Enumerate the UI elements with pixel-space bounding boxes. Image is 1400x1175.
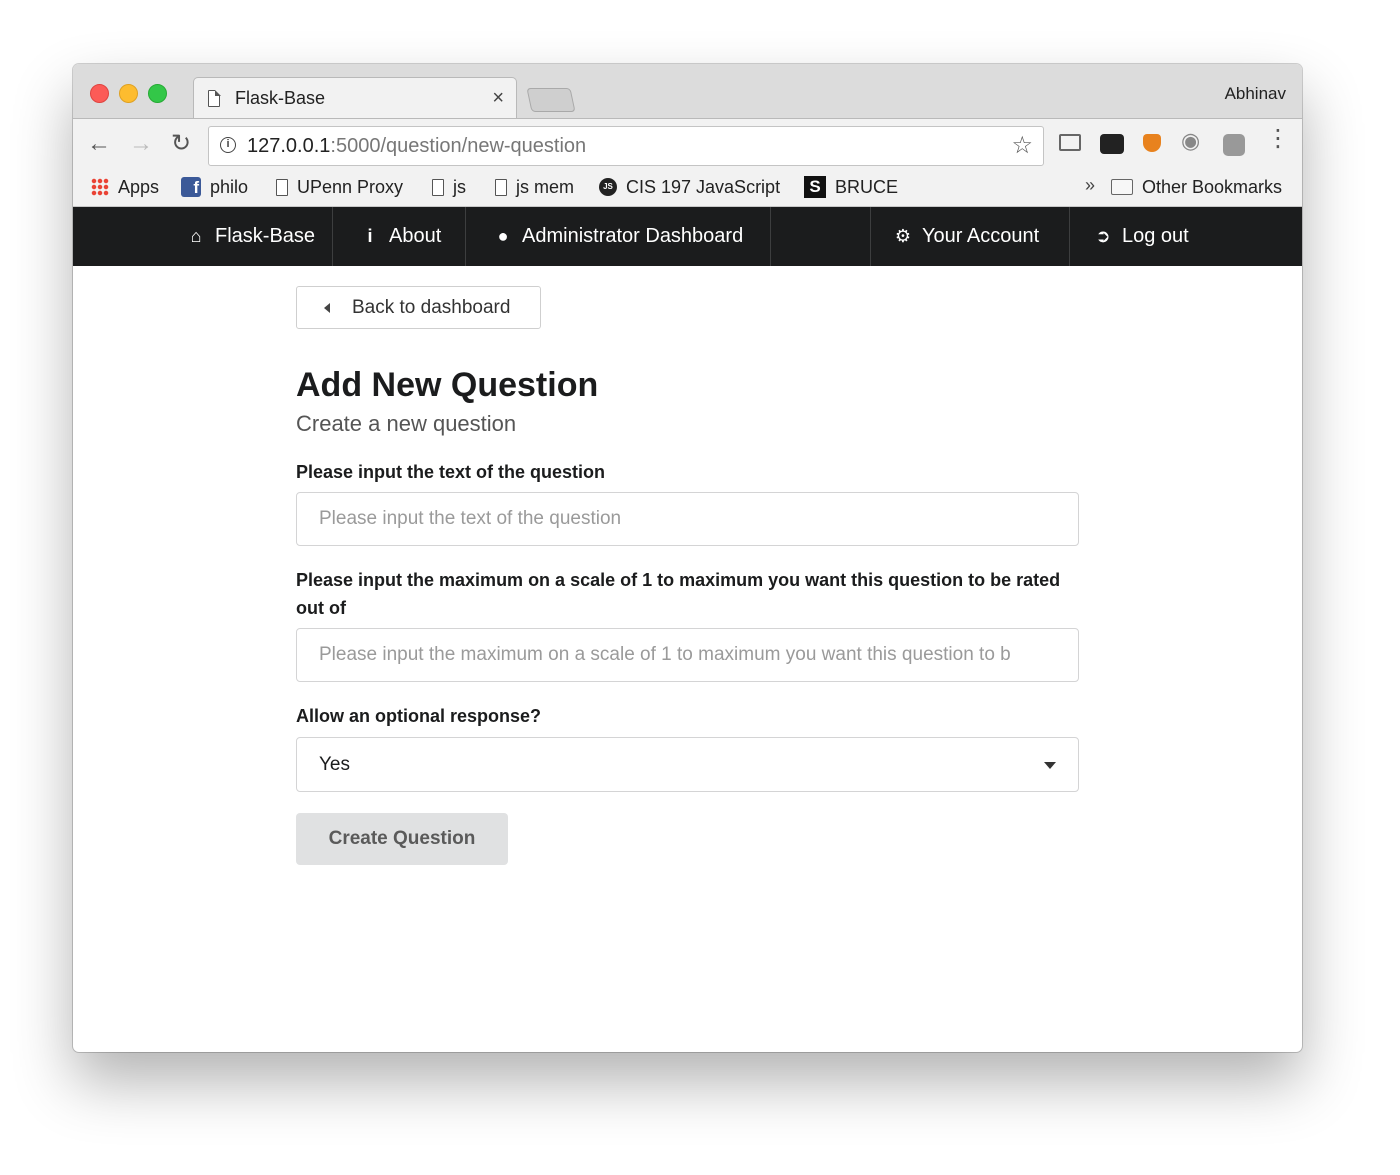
page-title: Add New Question — [296, 366, 599, 404]
nav-divider — [770, 207, 771, 266]
nav-label: Administrator Dashboard — [522, 225, 744, 247]
tab-title: Flask-Base — [235, 88, 326, 108]
nav-item-about[interactable]: i About — [360, 207, 441, 266]
nav-divider — [870, 207, 871, 266]
browser-window: Flask-Base × Abhinav ← → ↻ i 127.0.0.1:5… — [73, 64, 1302, 1052]
window-close-button[interactable] — [90, 84, 109, 103]
cast-icon[interactable] — [1059, 134, 1081, 151]
bookmark-label: BRUCE — [835, 176, 899, 197]
nav-item-admin-dashboard[interactable]: ● Administrator Dashboard — [493, 207, 744, 266]
bookmark-star-icon[interactable]: ☆ — [1011, 131, 1033, 160]
profile-name[interactable]: Abhinav — [1225, 84, 1286, 104]
create-question-button[interactable]: Create Question — [296, 813, 508, 865]
apps-grid-icon — [91, 178, 109, 196]
bookmark-philo[interactable]: f philo — [181, 175, 248, 199]
tab-close-icon[interactable]: × — [492, 87, 504, 110]
sign-out-icon: ➲ — [1095, 226, 1111, 246]
browser-menu-icon[interactable]: ⋮ — [1266, 127, 1290, 151]
home-icon: ⌂ — [190, 226, 202, 246]
bookmark-bruce[interactable]: S BRUCE — [804, 175, 898, 199]
max-rating-label: Please input the maximum on a scale of 1… — [296, 570, 1061, 618]
user-icon: ● — [497, 226, 509, 246]
reload-icon[interactable]: ↻ — [171, 131, 191, 157]
folder-icon — [1111, 179, 1133, 195]
page-icon — [495, 178, 507, 196]
settings-icon: ⚙ — [894, 226, 912, 246]
title-bar: Flask-Base × Abhinav — [73, 64, 1302, 120]
nav-divider — [1069, 207, 1070, 266]
url-path: :5000/question/new-question — [330, 135, 587, 157]
bookmark-js[interactable]: js — [432, 175, 466, 199]
new-tab-button[interactable] — [526, 88, 576, 112]
select-value: Yes — [319, 753, 350, 775]
nav-item-your-account[interactable]: ⚙ Your Account — [893, 207, 1039, 266]
forward-arrow-icon[interactable]: → — [129, 131, 153, 157]
optional-response-select[interactable]: Yes — [296, 737, 1079, 792]
question-text-label: Please input the text of the question — [296, 462, 606, 482]
nav-label: Flask-Base — [215, 225, 316, 247]
dropdown-arrow-icon — [1044, 762, 1056, 769]
s-logo-icon: S — [804, 176, 826, 198]
caret-left-icon — [324, 302, 330, 313]
other-bookmarks[interactable]: Other Bookmarks — [1111, 175, 1282, 199]
bookmark-js-mem[interactable]: js mem — [495, 175, 574, 199]
page-icon — [276, 178, 288, 196]
site-info-icon[interactable]: i — [220, 137, 236, 153]
bookmark-label: philo — [210, 176, 249, 197]
nav-divider — [332, 207, 333, 266]
info-icon: i — [367, 226, 373, 246]
js-badge-icon: JS — [599, 178, 617, 196]
bookmark-upenn-proxy[interactable]: UPenn Proxy — [276, 175, 403, 199]
facebook-icon: f — [181, 177, 201, 197]
bookmark-label: js — [453, 176, 466, 197]
nav-label: About — [389, 225, 442, 247]
window-maximize-button[interactable] — [148, 84, 167, 103]
browser-tab[interactable]: Flask-Base × — [193, 77, 517, 120]
shield-extension-icon[interactable] — [1223, 134, 1245, 156]
bookmark-label: js mem — [516, 176, 574, 197]
bookmarks-bar: Apps f philo UPenn Proxy js js mem JS CI… — [73, 168, 1302, 207]
page-icon — [208, 90, 220, 107]
page-icon — [432, 178, 444, 196]
optional-response-label: Allow an optional response? — [296, 706, 542, 726]
incognito-extension-icon[interactable] — [1100, 134, 1124, 154]
page-subtitle: Create a new question — [296, 411, 517, 436]
bookmark-cis197[interactable]: JS CIS 197 JavaScript — [599, 175, 780, 199]
nav-item-log-out[interactable]: ➲ Log out — [1093, 207, 1189, 266]
address-bar[interactable]: i 127.0.0.1:5000/question/new-question ☆ — [208, 126, 1044, 166]
bookmark-label: UPenn Proxy — [297, 176, 404, 197]
url-text[interactable]: 127.0.0.1:5000/question/new-question — [247, 135, 586, 158]
browser-toolbar: ← → ↻ i 127.0.0.1:5000/question/new-ques… — [73, 118, 1302, 169]
bookmark-label: Apps — [118, 176, 160, 197]
eye-extension-icon[interactable]: ◉ — [1181, 130, 1200, 152]
app-navbar: ⌂ Flask-Base i About ● Administrator Das… — [73, 207, 1302, 266]
nav-item-flask-base[interactable]: ⌂ Flask-Base — [186, 207, 315, 266]
bookmark-label: Other Bookmarks — [1142, 176, 1283, 197]
back-to-dashboard-button[interactable]: Back to dashboard — [296, 286, 541, 329]
max-rating-input[interactable] — [296, 628, 1079, 682]
bookmarks-overflow-icon[interactable]: » — [1085, 175, 1095, 196]
back-button-label: Back to dashboard — [352, 296, 511, 318]
nav-label: Log out — [1122, 225, 1189, 247]
bookmark-apps[interactable]: Apps — [91, 175, 159, 199]
back-arrow-icon[interactable]: ← — [87, 131, 111, 157]
nav-label: Your Account — [922, 225, 1040, 247]
url-host: 127.0.0.1 — [247, 135, 331, 157]
question-text-input[interactable] — [296, 492, 1079, 546]
window-minimize-button[interactable] — [119, 84, 138, 103]
fox-extension-icon[interactable] — [1143, 134, 1161, 152]
nav-divider — [465, 207, 466, 266]
bookmark-label: CIS 197 JavaScript — [626, 176, 781, 197]
